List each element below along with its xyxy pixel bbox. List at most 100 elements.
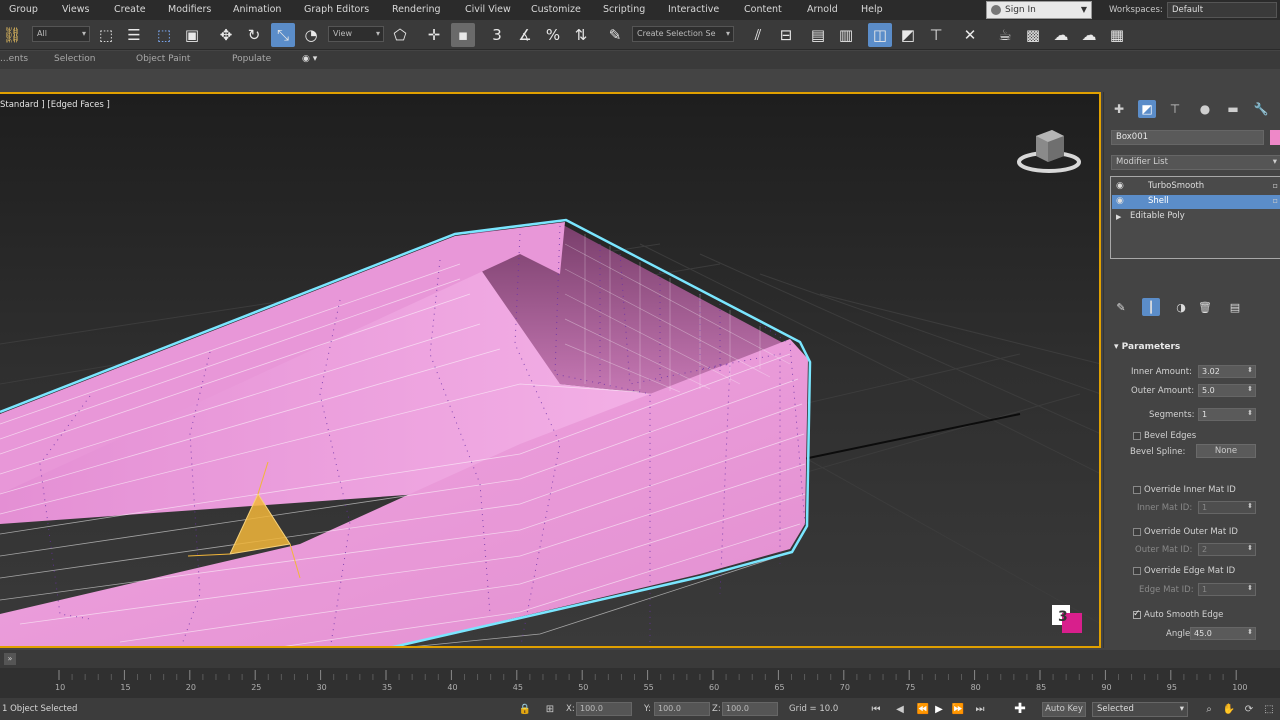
schematic-view-icon[interactable]: ⊤ (924, 23, 948, 47)
tab-selection[interactable]: Selection (54, 54, 95, 64)
workspace-dropdown[interactable]: Default (1167, 2, 1277, 18)
angle-spinner[interactable]: 45.0 ⬍ (1190, 627, 1256, 640)
display-tab-icon[interactable]: ▬ (1224, 100, 1242, 118)
spinner-arrows-icon[interactable]: ⬍ (1247, 544, 1253, 552)
previous-frame-icon[interactable]: ◀ (893, 702, 907, 716)
maximize-icon[interactable]: ⬚ (1262, 702, 1276, 716)
outer-amount-spinner[interactable]: 5.0 ⬍ (1198, 384, 1256, 397)
inner-mat-id-spinner[interactable]: 1 ⬍ (1198, 501, 1256, 514)
utilities-tab-icon[interactable]: 🔧 (1252, 100, 1270, 118)
hierarchy-tab-icon[interactable]: ⊤ (1166, 100, 1184, 118)
remove-modifier-icon[interactable]: 🗑 (1196, 298, 1214, 316)
percent-snap-icon[interactable]: % (541, 23, 565, 47)
scene-explorer-icon[interactable]: ▤ (806, 23, 830, 47)
select-by-name-icon[interactable]: ☰ (122, 23, 146, 47)
render-production-icon[interactable]: ☁ (1049, 23, 1073, 47)
pan-icon[interactable]: ✋ (1222, 702, 1236, 716)
render-setup-icon[interactable]: ☕ (993, 23, 1017, 47)
eye-icon[interactable]: ◉ (1116, 196, 1124, 206)
scale-icon[interactable]: ⤡ (271, 23, 295, 47)
rendered-frame-icon[interactable]: ▩ (1021, 23, 1045, 47)
create-tab-icon[interactable]: ✚ (1110, 100, 1128, 118)
next-key-icon[interactable]: ⏩ (951, 702, 965, 716)
manipulate-icon[interactable]: ✛ (422, 23, 446, 47)
menu-rendering[interactable]: Rendering (392, 4, 441, 15)
show-end-result-icon[interactable]: ┃ (1142, 298, 1160, 316)
expand-trackbar-icon[interactable]: » (4, 653, 16, 665)
configure-sets-icon[interactable]: ▤ (1226, 298, 1244, 316)
snaps-toggle-icon[interactable]: 3 (485, 23, 509, 47)
modify-tab-icon[interactable]: ◩ (1138, 100, 1156, 118)
menu-civil-view[interactable]: Civil View (465, 4, 511, 15)
spinner-snap-icon[interactable]: ⇅ (569, 23, 593, 47)
viewport-scene[interactable] (0, 94, 1101, 648)
layer-explorer-icon[interactable]: ▥ (834, 23, 858, 47)
go-to-start-icon[interactable]: ⏮ (869, 702, 883, 716)
rotate-icon[interactable]: ↻ (242, 23, 266, 47)
window-crossing-icon[interactable]: ▣ (180, 23, 204, 47)
ribbon-options-icon[interactable]: ◉ ▾ (302, 54, 317, 64)
sign-in-dropdown[interactable]: Sign In ▼ (986, 1, 1092, 19)
parameters-rollout[interactable]: ▾ Parameters (1114, 342, 1180, 352)
mirror-icon[interactable]: ⫽ (746, 23, 770, 47)
y-coordinate-field[interactable]: 100.0 (654, 702, 710, 716)
outer-mat-id-spinner[interactable]: 2 ⬍ (1198, 543, 1256, 556)
menu-group[interactable]: Group (9, 4, 38, 15)
menu-scripting[interactable]: Scripting (603, 4, 645, 15)
prev-key-icon[interactable]: ⏪ (916, 702, 930, 716)
named-selection-dropdown[interactable]: Create Selection Se ▾ (632, 26, 734, 42)
reference-coord-dropdown[interactable]: View ▾ (328, 26, 384, 42)
menu-create[interactable]: Create (114, 4, 146, 15)
auto-smooth-checkbox[interactable] (1133, 609, 1141, 619)
z-coordinate-field[interactable]: 100.0 (722, 702, 778, 716)
curve-editor-icon[interactable]: ◩ (896, 23, 920, 47)
render-cloud-icon[interactable]: ☁ (1077, 23, 1101, 47)
pin-stack-icon[interactable]: ✎ (1112, 298, 1130, 316)
menu-help[interactable]: Help (861, 4, 883, 15)
tab-object-paint[interactable]: Object Paint (136, 54, 190, 64)
link-icon[interactable]: ⛓ (0, 23, 24, 47)
key-mode-dropdown[interactable]: Selected ▾ (1092, 702, 1188, 717)
auto-key-button[interactable]: Auto Key (1042, 702, 1086, 717)
override-edge-mat-checkbox[interactable] (1133, 567, 1141, 575)
tab-populate[interactable]: Populate (232, 54, 271, 64)
spinner-arrows-icon[interactable]: ⬍ (1247, 628, 1253, 636)
absolute-mode-icon[interactable]: ⊞ (543, 702, 557, 716)
segments-spinner[interactable]: 1 ⬍ (1198, 408, 1256, 421)
ribbon-toggle-icon[interactable]: ◫ (868, 23, 892, 47)
stack-item-shell[interactable]: ◉ Shell ▫ (1112, 195, 1280, 209)
placement-icon[interactable]: ◔ (299, 23, 323, 47)
time-slider[interactable]: » (0, 650, 1280, 668)
set-key-icon[interactable]: ✚ (1010, 701, 1030, 717)
object-name-field[interactable]: Box001 (1111, 130, 1264, 145)
stack-item-turbosmooth[interactable]: ◉ TurboSmooth ▫ (1112, 180, 1280, 194)
edit-named-selection-icon[interactable]: ✎ (603, 23, 627, 47)
menu-modifiers[interactable]: Modifiers (168, 4, 211, 15)
override-outer-mat-checkbox[interactable] (1133, 528, 1141, 536)
tab-elements[interactable]: ...ents (0, 54, 28, 64)
make-unique-icon[interactable]: ◑ (1172, 298, 1190, 316)
motion-tab-icon[interactable]: ● (1196, 100, 1214, 118)
menu-views[interactable]: Views (62, 4, 90, 15)
menu-animation[interactable]: Animation (233, 4, 281, 15)
menu-content[interactable]: Content (744, 4, 782, 15)
stack-item-editable-poly[interactable]: ▶ Editable Poly (1112, 210, 1280, 224)
move-icon[interactable]: ✥ (214, 23, 238, 47)
angle-snap-icon[interactable]: ∡ (513, 23, 537, 47)
viewcube-icon[interactable] (1016, 122, 1082, 178)
object-color-swatch[interactable] (1270, 130, 1280, 145)
zoom-icon[interactable]: ⌕ (1202, 702, 1216, 716)
menu-interactive[interactable]: Interactive (668, 4, 719, 15)
perspective-viewport[interactable]: Standard ] [Edged Faces ] 3 (0, 92, 1101, 648)
x-coordinate-field[interactable]: 100.0 (576, 702, 632, 716)
go-to-end-icon[interactable]: ⏭ (973, 702, 987, 716)
modifier-list-dropdown[interactable]: Modifier List ▾ (1111, 155, 1280, 170)
inner-amount-spinner[interactable]: 3.02 ⬍ (1198, 365, 1256, 378)
edge-mat-id-spinner[interactable]: 1 ⬍ (1198, 583, 1256, 596)
selection-filter-dropdown[interactable]: All ▾ (32, 26, 90, 42)
bevel-edges-checkbox[interactable] (1133, 432, 1141, 440)
spinner-arrows-icon[interactable]: ⬍ (1247, 385, 1253, 393)
eye-icon[interactable]: ◉ (1116, 181, 1124, 191)
spinner-arrows-icon[interactable]: ⬍ (1247, 409, 1253, 417)
menu-arnold[interactable]: Arnold (807, 4, 838, 15)
